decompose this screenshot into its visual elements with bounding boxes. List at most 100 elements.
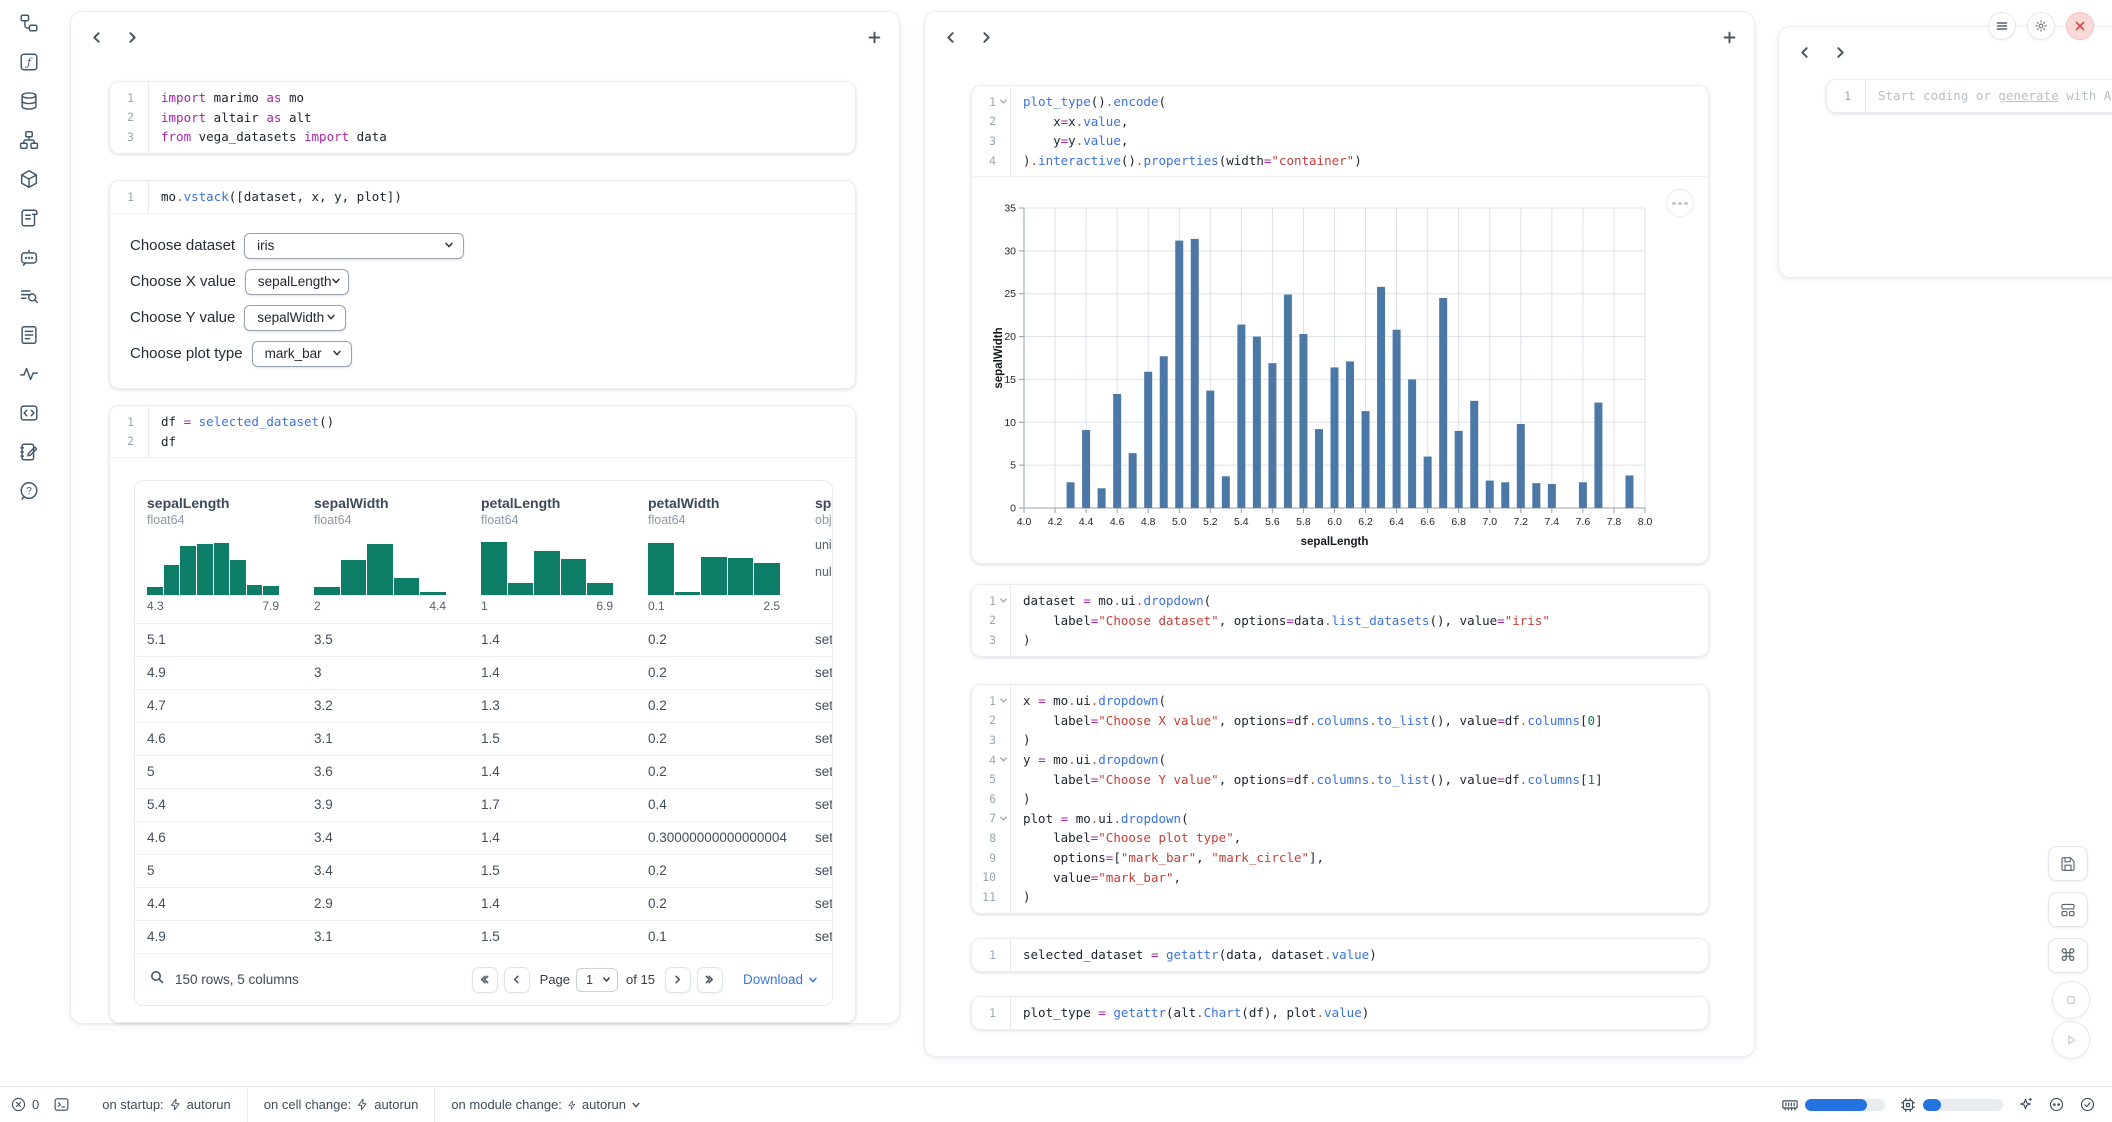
settings-gear-icon[interactable] [2027,12,2055,40]
code-line: 2 label="Choose dataset", options=data.l… [972,611,1708,631]
column-move-right-button[interactable] [121,26,143,48]
code-editor[interactable]: 1import marimo as mo2import altair as al… [110,82,855,153]
code-line: 9 options=["mark_bar", "mark_circle"], [972,848,1708,868]
cpu-progress-bar [1923,1099,2003,1111]
code-editor[interactable]: 1plot_type = getattr(alt.Chart(df), plot… [972,997,1708,1029]
layout-toggle-button[interactable] [2048,892,2088,927]
column-move-left-button[interactable] [85,26,107,48]
notebook-menu-button[interactable] [1988,12,2016,40]
column-header[interactable]: speciesobjectunique:nulls: [803,481,833,623]
table-cell: 5.1 [135,624,302,656]
x-tick-label: 5.0 [1172,516,1187,528]
table-cell: 3.6 [302,756,469,788]
tracing-icon[interactable] [18,363,40,385]
snippets-icon[interactable] [18,402,40,424]
bar-chart[interactable]: 4.04.24.44.64.85.05.25.45.65.86.06.26.46… [990,181,1692,553]
on-cell-change-setting[interactable]: on cell change: autorun [248,1087,435,1122]
column-name: petalLength [481,495,622,511]
code-cell: 1plot_type().encode(2 x=x.value,3 y=y.va… [971,85,1709,564]
file-tree-icon[interactable] [18,12,40,34]
fold-chevron-icon[interactable] [996,755,1010,764]
column-header[interactable]: petalLengthfloat6416.9 [469,481,636,623]
code-editor-placeholder[interactable]: 1Start coding or generate with AI [1827,80,2112,112]
first-page-button[interactable] [472,967,498,993]
fold-chevron-icon[interactable] [996,97,1010,106]
ai-sparkle-icon[interactable] [2017,1096,2034,1113]
fold-chevron-icon[interactable] [996,814,1010,823]
copilot-icon[interactable] [2048,1096,2065,1113]
notebook-column-1: 1import marimo as mo2import altair as al… [70,11,900,1024]
bar [1501,483,1509,509]
chat-icon[interactable] [18,246,40,268]
column-move-left-button[interactable] [939,26,961,48]
line-number: 1 [1827,89,1851,103]
dropdown-value: sepalWidth [257,310,324,325]
code-line: 7plot = mo.ui.dropdown( [972,809,1708,829]
bar [1486,481,1494,508]
save-button[interactable] [2048,846,2088,881]
code-text: ) [1010,732,1031,747]
prev-page-button[interactable] [504,967,530,993]
logs-icon[interactable] [18,207,40,229]
dependency-graph-icon[interactable] [18,129,40,151]
bar [1067,483,1075,509]
help-icon[interactable]: ? [18,480,40,502]
dataframe-table: sepalLengthfloat644.37.9sepalWidthfloat6… [135,481,833,953]
database-icon[interactable] [18,90,40,112]
dropdown-select[interactable]: mark_bar [252,341,352,367]
on-module-change-setting[interactable]: on module change: autorun [435,1087,657,1122]
table-cell: 1.3 [469,690,636,722]
code-editor[interactable]: 1mo.vstack([dataset, x, y, plot]) [110,181,855,213]
dropdown-select[interactable]: sepalWidth [244,305,346,331]
dropdown-row: Choose X valuesepalLength [130,264,855,300]
search-icon[interactable] [149,969,165,990]
next-page-button[interactable] [665,967,691,993]
column-move-left-button[interactable] [1793,41,1815,63]
error-count[interactable]: 0 [0,1096,39,1113]
code-editor[interactable]: 1dataset = mo.ui.dropdown(2 label="Choos… [972,585,1708,656]
column-header[interactable]: sepalLengthfloat644.37.9 [135,481,302,623]
code-editor[interactable]: 1x = mo.ui.dropdown(2 label="Choose X va… [972,685,1708,913]
table-row: 4.93.11.50.1setosa [135,920,833,953]
stop-kernel-button[interactable] [2052,981,2090,1019]
code-line: 8 label="Choose plot type", [972,828,1708,848]
add-cell-button[interactable] [863,26,885,48]
run-all-button[interactable] [2052,1021,2090,1059]
code-cell: 1plot_type = getattr(alt.Chart(df), plot… [971,996,1709,1030]
scratchpad-icon[interactable] [18,441,40,463]
histogram-bar [481,542,507,595]
functions-icon[interactable]: ƒ [18,51,40,73]
column-move-right-button[interactable] [975,26,997,48]
table-row: 4.73.21.30.2setosa [135,689,833,722]
download-button[interactable]: Download [743,972,818,987]
scratchpad-search-icon[interactable] [18,285,40,307]
dropdown-select[interactable]: sepalLength [245,269,349,295]
shutdown-close-icon[interactable] [2066,12,2094,40]
x-tick-label: 5.4 [1234,516,1249,528]
connection-status-icon[interactable] [2079,1096,2096,1113]
fold-chevron-icon[interactable] [996,596,1010,605]
column-header[interactable]: petalWidthfloat640.12.5 [636,481,803,623]
code-editor[interactable]: 1plot_type().encode(2 x=x.value,3 y=y.va… [972,86,1708,176]
command-palette-button[interactable]: ⌘ [2048,938,2088,973]
add-cell-button[interactable] [1718,26,1740,48]
x-tick-label: 4.8 [1141,516,1156,528]
fold-chevron-icon[interactable] [996,696,1010,705]
table-cell: 0.2 [636,756,803,788]
histogram-min: 1 [481,599,488,613]
error-count-value: 0 [32,1097,39,1112]
documentation-icon[interactable] [18,324,40,346]
column-header[interactable]: sepalWidthfloat6424.4 [302,481,469,623]
code-editor[interactable]: 1df = selected_dataset()2df [110,406,855,457]
code-editor[interactable]: 1selected_dataset = getattr(data, datase… [972,939,1708,971]
x-tick-label: 7.0 [1482,516,1497,528]
terminal-icon[interactable] [53,1096,70,1113]
on-startup-setting[interactable]: on startup: autorun [86,1087,247,1122]
y-axis-title: sepalWidth [993,328,1005,389]
column-move-right-button[interactable] [1829,41,1851,63]
dropdown-select[interactable]: iris [244,233,464,259]
page-select[interactable]: 1 [576,968,618,992]
column-histogram [648,537,780,595]
packages-icon[interactable] [18,168,40,190]
last-page-button[interactable] [697,967,723,993]
